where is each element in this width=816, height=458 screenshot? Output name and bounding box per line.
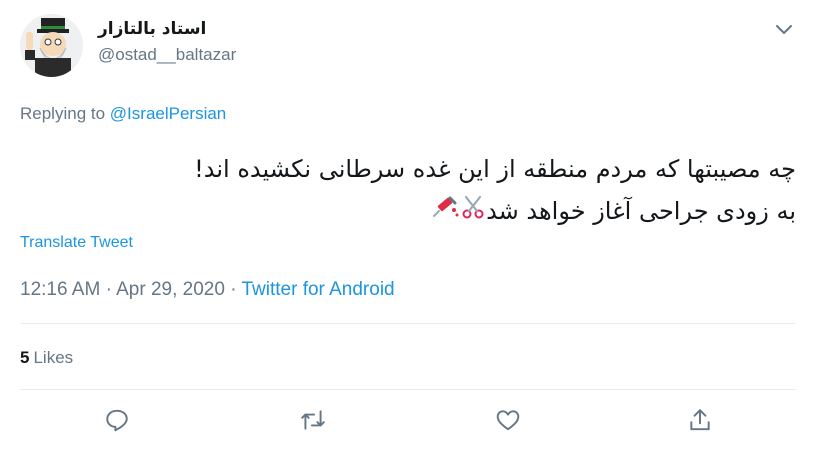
tweet-line-2: به زودی جراحی آغاز خواهد شد <box>20 190 796 233</box>
meta-separator: · <box>230 279 237 300</box>
replying-to: Replying to @IsraelPersian <box>20 104 226 124</box>
tweet-line-2-text: به زودی جراحی آغاز خواهد شد <box>486 197 796 225</box>
replying-prefix: Replying to <box>20 104 106 123</box>
share-icon[interactable] <box>682 402 718 438</box>
syringe-emoji <box>430 191 460 233</box>
avatar-character-icon <box>20 14 83 77</box>
tweet-header: استاد بالتازار @ostad__baltazar <box>20 14 796 84</box>
chevron-down-icon[interactable] <box>772 18 796 42</box>
divider <box>20 389 796 390</box>
tweet-text: چه مصیبتها که مردم منطقه از این غده سرطا… <box>20 148 796 233</box>
tweet-source-link[interactable]: Twitter for Android <box>241 279 394 300</box>
meta-separator: · <box>105 279 112 300</box>
user-handle[interactable]: @ostad__baltazar <box>98 45 236 65</box>
likes-count[interactable]: 5 Likes <box>20 348 73 368</box>
scissors-emoji <box>460 191 486 233</box>
tweet-meta: 12:16 AM · Apr 29, 2020 · Twitter for An… <box>20 279 395 301</box>
reply-icon[interactable] <box>99 402 135 438</box>
like-icon[interactable] <box>490 402 526 438</box>
tweet-line-1: چه مصیبتها که مردم منطقه از این غده سرطا… <box>194 155 796 183</box>
likes-number: 5 <box>20 348 30 367</box>
tweet-time[interactable]: 12:16 AM <box>20 279 100 300</box>
likes-label: Likes <box>33 348 74 367</box>
display-name[interactable]: استاد بالتازار <box>98 19 236 39</box>
avatar[interactable] <box>20 14 83 77</box>
retweet-icon[interactable] <box>295 402 331 438</box>
translate-tweet-link[interactable]: Translate Tweet <box>20 234 133 252</box>
reply-target-link[interactable]: @IsraelPersian <box>110 104 226 123</box>
action-bar <box>0 402 816 446</box>
tweet-date[interactable]: Apr 29, 2020 <box>116 279 225 300</box>
divider <box>20 323 796 324</box>
